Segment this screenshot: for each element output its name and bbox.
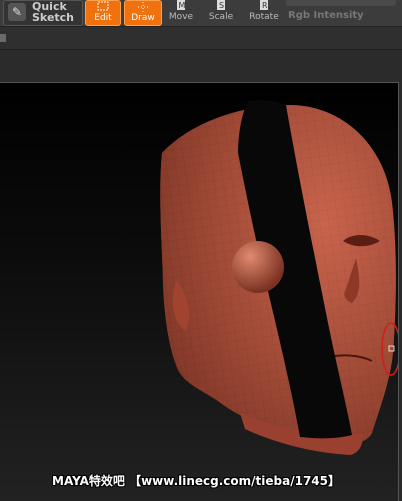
rgb-intensity-slider[interactable] <box>286 0 396 6</box>
draw-button[interactable]: Draw <box>124 0 162 26</box>
quick-sketch-button[interactable]: ✎ Quick Sketch <box>3 0 83 26</box>
sculpt-viewport <box>160 100 398 455</box>
scale-label: Scale <box>208 12 234 22</box>
document-canvas[interactable] <box>0 82 399 501</box>
rotate-label: Rotate <box>249 12 279 22</box>
svg-text:S: S <box>219 1 224 10</box>
sphere-mesh[interactable] <box>232 241 284 293</box>
draw-icon <box>138 2 148 12</box>
edit-button[interactable]: Edit <box>85 0 121 26</box>
quick-sketch-label: Quick Sketch <box>32 1 74 23</box>
rotate-icon: R <box>260 0 268 10</box>
quick-sketch-icon: ✎ <box>8 3 26 21</box>
scale-icon: S <box>217 0 225 10</box>
rgb-intensity-control[interactable]: Rgb Intensity <box>282 0 400 26</box>
move-label: Move <box>168 12 194 22</box>
edit-icon <box>97 1 109 11</box>
rotate-button[interactable]: R Rotate <box>246 0 282 24</box>
move-button[interactable]: M Move <box>166 0 196 24</box>
top-toolbar: ✎ Quick Sketch Edit Draw M Move S Scale <box>0 0 402 27</box>
svg-text:R: R <box>262 1 268 10</box>
sub-toolbar <box>0 27 402 50</box>
edit-label: Edit <box>94 13 112 23</box>
draw-label: Draw <box>131 13 155 23</box>
rgb-intensity-label: Rgb Intensity <box>288 10 364 21</box>
move-icon: M <box>177 0 186 10</box>
panel-toggle-handle[interactable] <box>0 34 6 42</box>
canvas-margin <box>0 50 402 82</box>
quick-sketch-label-line2: Sketch <box>32 11 75 24</box>
svg-text:M: M <box>179 1 186 10</box>
watermark-text: MAYA特效吧 【www.linecg.com/tieba/1745】 <box>52 474 341 488</box>
scale-button[interactable]: S Scale <box>205 0 237 24</box>
